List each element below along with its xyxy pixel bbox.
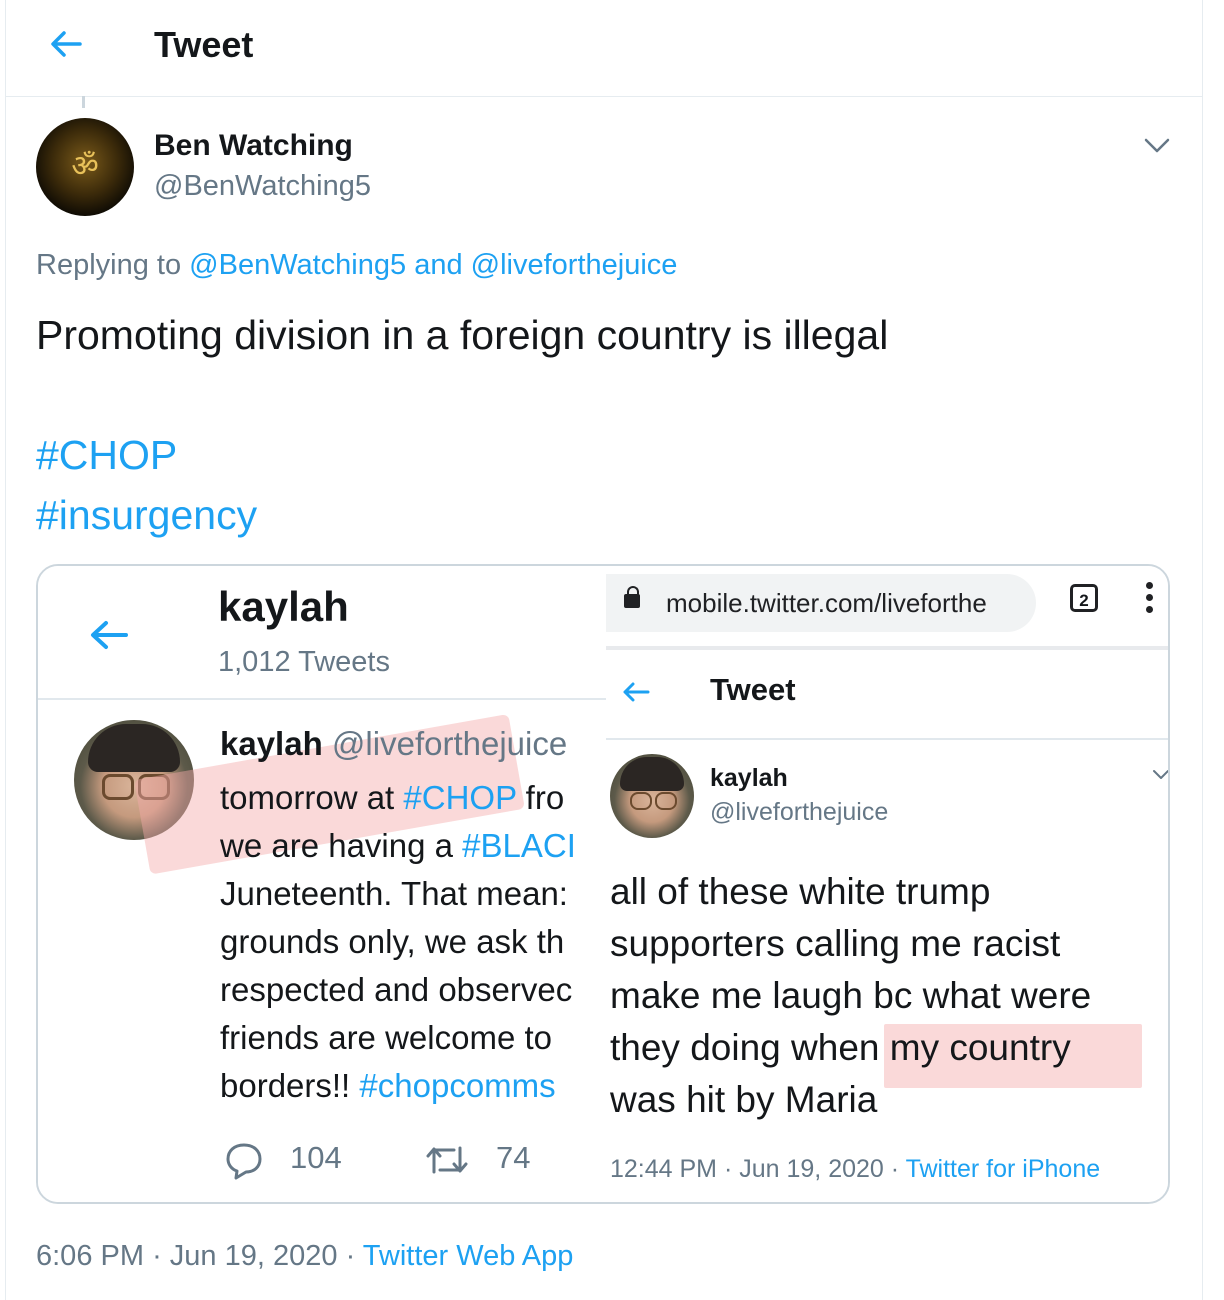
hashtag-link[interactable]: #insurgency <box>36 486 257 544</box>
page-title: Tweet <box>154 24 254 65</box>
author-name[interactable]: Ben Watching <box>154 128 353 164</box>
divider <box>606 738 1168 740</box>
tweet-timestamp: 6:06 PM · Jun 19, 2020 · Twitter Web App <box>36 1240 574 1272</box>
embedded-author-handle: @liveforthejuice <box>331 725 568 762</box>
text-line: borders!! #chopcomms <box>220 1067 556 1104</box>
tweet-text: Promoting division in a foreign country … <box>36 312 889 358</box>
chevron-down-icon <box>1153 770 1168 779</box>
chevron-down-icon[interactable] <box>1140 128 1174 162</box>
embedded-timestamp: 12:44 PM · Jun 19, 2020 · Twitter for iP… <box>610 1155 1101 1183</box>
reply-icon <box>226 1143 262 1180</box>
lock-icon <box>624 594 640 608</box>
profile-name: kaylah <box>218 583 349 630</box>
glasses-icon <box>102 774 134 800</box>
embedded-header-title: Tweet <box>710 672 796 707</box>
text-line: we are having a #BLACI <box>220 827 576 864</box>
avatar <box>610 754 694 838</box>
back-arrow-icon <box>623 682 650 702</box>
om-symbol-icon: ॐ <box>71 149 99 184</box>
back-arrow-icon <box>91 621 128 649</box>
embedded-tweet-text: tomorrow at #CHOP fro we are having a #B… <box>220 774 640 1110</box>
replying-to: Replying to @BenWatching5 and @liveforth… <box>36 246 677 284</box>
toolbar-shadow <box>606 646 1168 650</box>
embedded-source: Twitter for iPhone <box>905 1155 1101 1183</box>
replying-prefix: Replying to <box>36 249 182 281</box>
text-line: friends are welcome to <box>220 1019 552 1056</box>
text-line: all of these white trump <box>610 871 991 912</box>
attached-image[interactable]: kaylah 1,012 Tweets kaylah @livefortheju… <box>36 564 1170 1204</box>
more-menu-icon <box>1146 582 1154 618</box>
url-bar: mobile.twitter.com/liveforthe <box>606 574 1036 632</box>
embedded-author: kaylah @liveforthejuice <box>220 722 567 766</box>
url-text: mobile.twitter.com/liveforthe <box>666 588 987 618</box>
replying-and: and <box>414 249 463 281</box>
back-arrow-icon[interactable] <box>46 24 86 64</box>
embedded-tweet-text: all of these white trump supporters call… <box>610 866 1168 1126</box>
text-line: make me laugh bc what were <box>610 975 1092 1016</box>
embedded-author-name: kaylah <box>710 764 788 792</box>
avatar[interactable]: ॐ <box>36 118 134 216</box>
embedded-author-handle: @liveforthejuice <box>710 798 889 826</box>
page-header: Tweet <box>0 0 1224 96</box>
text-line: supporters calling me racist <box>610 923 1061 964</box>
header-divider <box>5 96 1203 97</box>
replying-user-link[interactable]: @liveforthejuice <box>471 249 678 281</box>
glasses-icon <box>630 792 652 810</box>
tabs-count-icon: 2 <box>1070 584 1098 612</box>
embedded-time: 12:44 PM <box>610 1155 718 1183</box>
tweet-date[interactable]: Jun 19, 2020 <box>170 1240 338 1272</box>
text-line: was hit by Maria <box>610 1079 878 1120</box>
text-line: grounds only, we ask th <box>220 923 565 960</box>
embedded-tweet-screenshot: mobile.twitter.com/liveforthe 2 Tweet ka… <box>606 566 1168 1202</box>
tweet-time[interactable]: 6:06 PM <box>36 1240 144 1272</box>
replying-user-link[interactable]: @BenWatching5 <box>189 249 406 281</box>
retweet-count: 74 <box>496 1140 531 1175</box>
divider <box>38 698 608 700</box>
text-line: Juneteenth. That mean: <box>220 875 568 912</box>
embedded-profile-screenshot: kaylah 1,012 Tweets kaylah @livefortheju… <box>38 566 608 1202</box>
reply-count: 104 <box>290 1140 342 1175</box>
tweet-source-link[interactable]: Twitter Web App <box>363 1240 574 1272</box>
embedded-date: Jun 19, 2020 <box>739 1155 884 1183</box>
tweet-count: 1,012 Tweets <box>218 646 390 678</box>
hashtag-link[interactable]: #CHOP <box>36 426 177 484</box>
author-handle[interactable]: @BenWatching5 <box>154 168 371 204</box>
embedded-author-name: kaylah <box>220 725 323 762</box>
text-line: they doing when my country <box>610 1027 1071 1068</box>
text-line: respected and observec <box>220 971 573 1008</box>
text-line: tomorrow at #CHOP fro <box>220 779 565 816</box>
thread-connector <box>82 96 85 108</box>
retweet-icon <box>426 1146 468 1174</box>
